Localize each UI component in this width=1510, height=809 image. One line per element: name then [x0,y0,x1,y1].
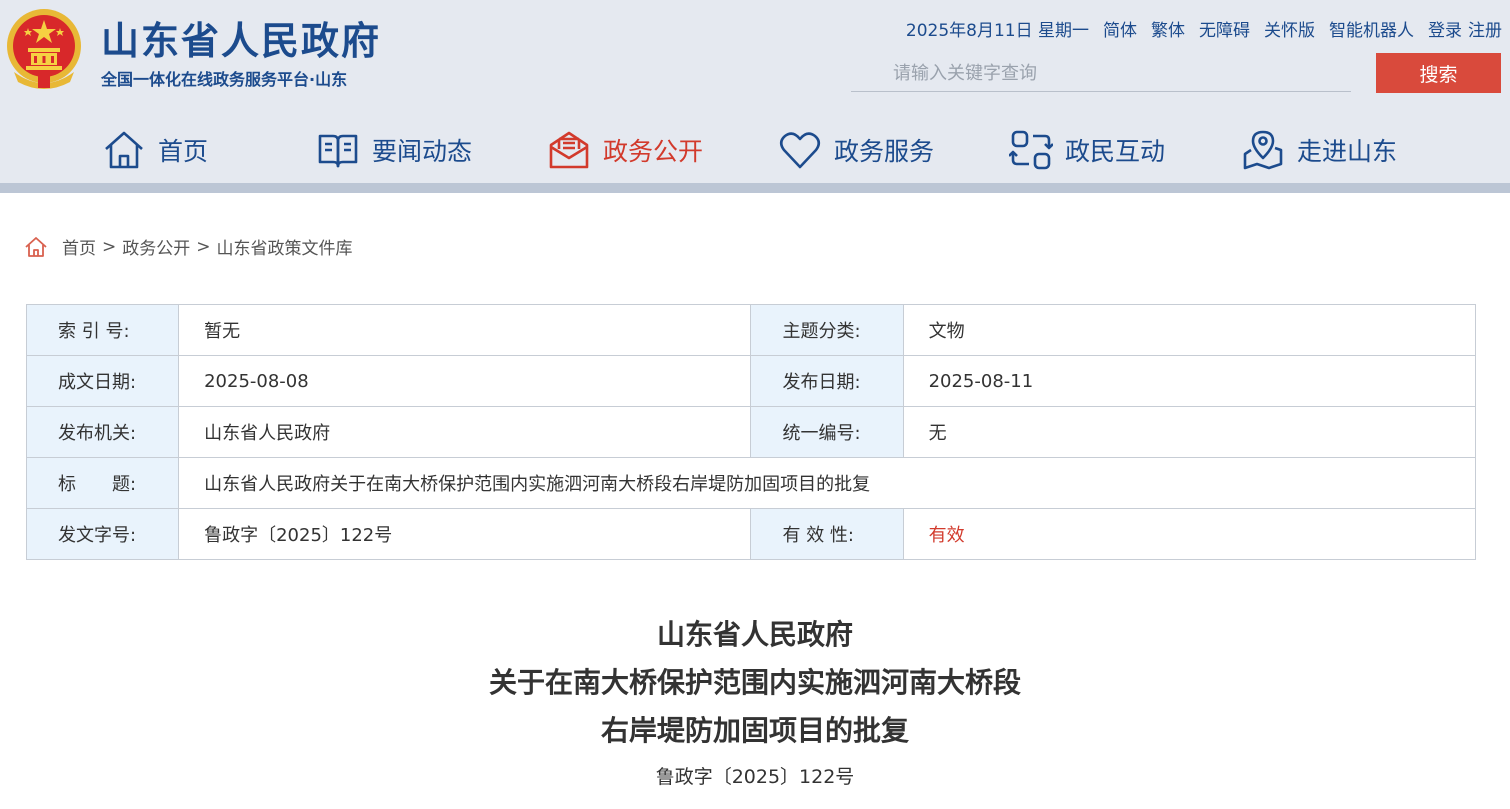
table-row: 发文字号: 鲁政字〔2025〕122号 有 效 性: 有效 [25,508,1477,560]
link-traditional[interactable]: 繁体 [1151,16,1185,41]
publish-date-label: 发布日期: [750,355,904,407]
table-row: 标 题: 山东省人民政府关于在南大桥保护范围内实施泗河南大桥段右岸堤防加固项目的… [25,457,1476,509]
breadcrumb-home[interactable]: 首页 [62,234,96,259]
site-header: 山东省人民政府 全国一体化在线政务服务平台·山东 2025年8月11日 星期一 … [0,0,1510,183]
title-label: 标 题: [25,457,180,509]
link-robot[interactable]: 智能机器人 [1329,16,1414,41]
search-input[interactable] [851,56,1351,91]
nav-item-interaction[interactable]: 政民互动 [1009,128,1165,172]
document-title: 山东省人民政府 关于在南大桥保护范围内实施泗河南大桥段 右岸堤防加固项目的批复 [0,611,1510,755]
nav-item-home[interactable]: 首页 [102,128,208,172]
breadcrumb-separator: > [102,236,117,257]
nav-item-gov-services[interactable]: 政务服务 [778,128,934,172]
link-simplified[interactable]: 简体 [1103,16,1137,41]
register-link[interactable]: 注册 [1468,16,1502,41]
breadcrumb-gov-affairs[interactable]: 政务公开 [122,234,190,259]
home-icon[interactable] [24,236,48,258]
search-box [851,56,1351,92]
book-icon [318,134,358,168]
doc-number-value: 鲁政字〔2025〕122号 [178,508,752,560]
index-value: 暂无 [178,304,752,356]
validity-value: 有效 [902,508,1477,560]
publish-date-value: 2025-08-11 [902,355,1477,407]
serial-value: 无 [902,406,1477,458]
search-button[interactable]: 搜索 [1376,53,1501,93]
table-row: 成文日期: 2025-08-08 发布日期: 2025-08-11 [25,355,1477,407]
document-meta-table: 索 引 号: 暂无 主题分类: 文物 成文日期: 2025-08-08 发布日期… [25,304,1477,560]
link-elderly-mode[interactable]: 关怀版 [1264,16,1315,41]
login-link[interactable]: 登录 [1428,16,1462,41]
main-nav: 首页 要闻动态 政务公开 政务服务 政民互动 走进山东 [0,112,1510,182]
breadcrumb-policy-library[interactable]: 山东省政策文件库 [217,234,353,259]
heart-icon [779,132,821,169]
document-title-line: 山东省人民政府 [656,618,853,651]
nav-item-about-shandong[interactable]: 走进山东 [1241,128,1397,172]
nav-item-label: 首页 [158,137,209,166]
doc-number-label: 发文字号: [25,508,180,560]
breadcrumb: 首页 > 政务公开 > 山东省政策文件库 [24,234,353,259]
mail-icon [549,131,589,169]
nav-item-gov-affairs[interactable]: 政务公开 [547,128,703,172]
table-row: 发布机关: 山东省人民政府 统一编号: 无 [25,406,1477,458]
interaction-icon [1009,130,1053,170]
location-icon [1243,130,1283,170]
serial-label: 统一编号: [750,406,904,458]
header-divider [0,183,1510,193]
validity-label: 有 效 性: [750,508,904,560]
auth-links: 登录 注册 [1428,16,1502,41]
top-links: 2025年8月11日 星期一 简体 繁体 无障碍 关怀版 智能机器人 登录 注册 [906,16,1502,41]
national-emblem-icon[interactable] [4,6,84,90]
link-accessibility[interactable]: 无障碍 [1199,16,1250,41]
site-title[interactable]: 山东省人民政府 [101,10,381,65]
nav-item-label: 要闻动态 [372,137,473,166]
document-number: 鲁政字〔2025〕122号 [655,766,855,788]
issuer-label: 发布机关: [25,406,180,458]
current-date: 2025年8月11日 星期一 [905,21,1089,41]
nav-item-label: 政民互动 [1065,137,1166,166]
nav-item-news[interactable]: 要闻动态 [316,128,472,172]
written-date-value: 2025-08-08 [178,355,752,407]
site-subtitle: 全国一体化在线政务服务平台·山东 [101,70,348,89]
topic-label: 主题分类: [750,304,904,356]
topic-value: 文物 [902,304,1477,356]
title-value: 山东省人民政府关于在南大桥保护范围内实施泗河南大桥段右岸堤防加固项目的批复 [178,457,1476,509]
nav-item-label: 走进山东 [1297,137,1398,166]
home-icon [105,131,143,169]
breadcrumb-separator: > [196,236,211,257]
written-date-label: 成文日期: [25,355,180,407]
nav-item-label: 政务公开 [603,137,704,166]
document-title-line: 右岸堤防加固项目的批复 [600,714,909,747]
nav-item-label: 政务服务 [834,137,935,166]
index-label: 索 引 号: [25,304,180,356]
table-row: 索 引 号: 暂无 主题分类: 文物 [25,304,1477,356]
issuer-value: 山东省人民政府 [178,406,752,458]
document-title-line: 关于在南大桥保护范围内实施泗河南大桥段 [488,666,1021,699]
